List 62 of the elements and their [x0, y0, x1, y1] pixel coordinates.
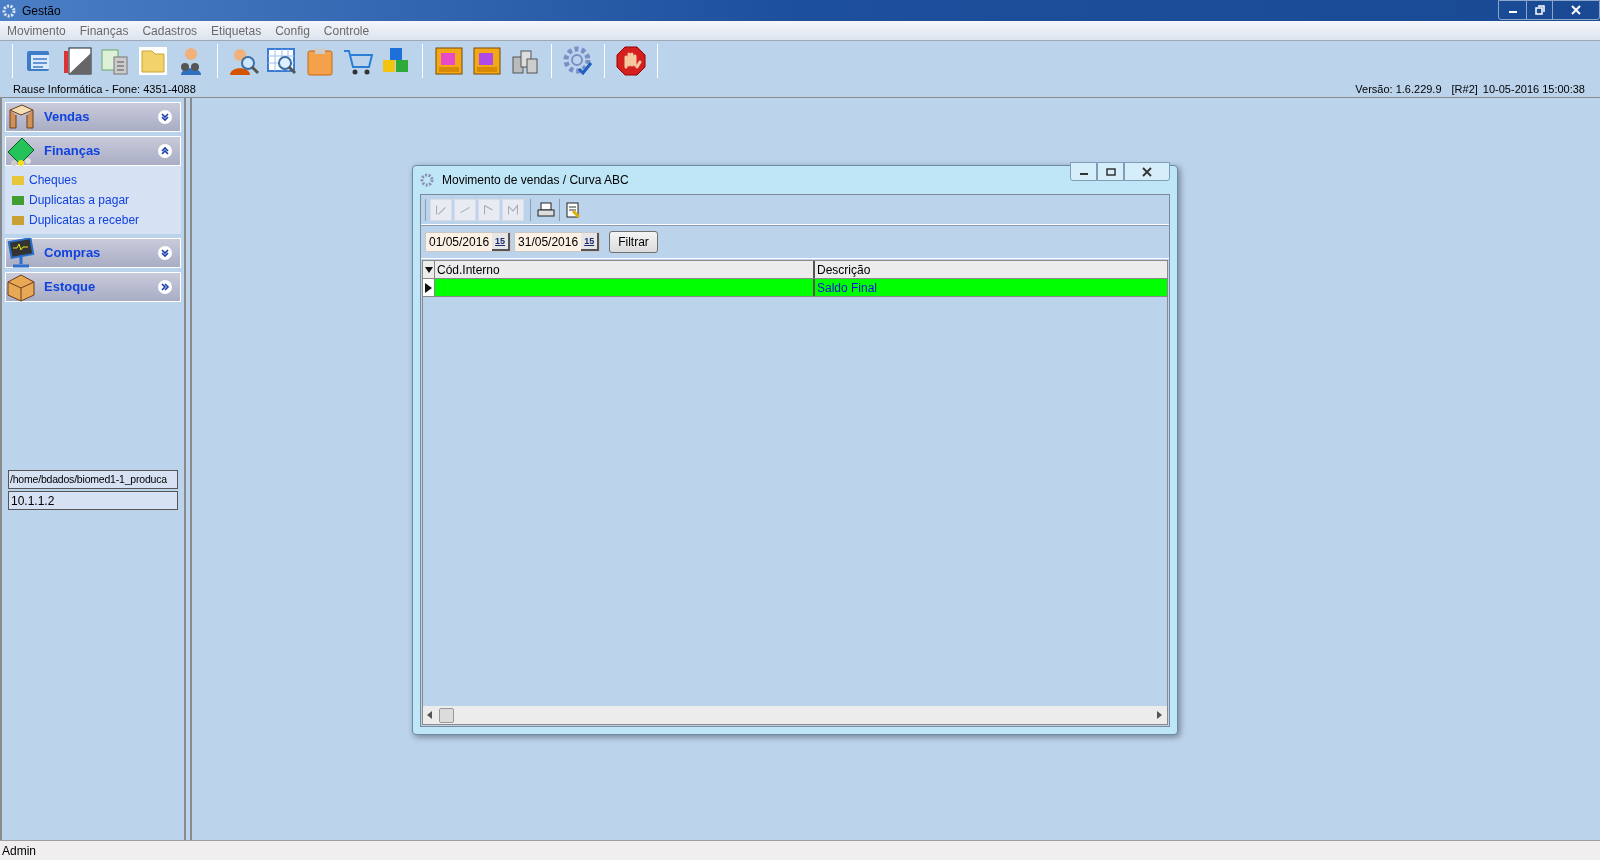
maximize-button[interactable]: [1097, 162, 1124, 181]
table-row[interactable]: Saldo Final: [423, 279, 1167, 297]
document-export-icon[interactable]: [564, 200, 582, 219]
menu-item[interactable]: Cadastros: [142, 21, 198, 40]
double-chevron-down-icon[interactable]: [158, 110, 172, 124]
close-icon: [1570, 5, 1582, 15]
horizontal-scrollbar[interactable]: [423, 706, 1167, 724]
settings-icon[interactable]: [562, 45, 594, 77]
menu-item[interactable]: Etiquetas: [211, 21, 262, 40]
date-field[interactable]: 31/05/2016 15: [514, 232, 601, 252]
stop-hand-icon[interactable]: [615, 45, 647, 77]
menu-item[interactable]: Controle: [323, 21, 370, 40]
menu-item[interactable]: Config: [275, 21, 310, 40]
menu-item[interactable]: Movimento: [7, 21, 66, 40]
sidebar-item[interactable]: Cheques: [5, 170, 181, 190]
version-label: Versão: 1.6.229.9: [1355, 81, 1442, 97]
monitor-icon: [6, 238, 36, 268]
gear-icon: [2, 3, 16, 18]
address-field[interactable]: 10.1.1.2: [8, 491, 178, 510]
sidebar-section-header[interactable]: Compras: [5, 238, 181, 268]
column-header[interactable]: Descrição: [815, 261, 1167, 278]
child-window-title: Movimento de vendas / Curva ABC: [442, 172, 630, 189]
window-title: Gestão: [22, 2, 62, 20]
row-pointer-icon: [425, 282, 432, 293]
calendar-button[interactable]: 15: [492, 233, 511, 251]
company-info: Rause Informática - Fone: 4351-4088: [13, 81, 197, 97]
gear-icon: [420, 173, 434, 187]
restore-icon: [1534, 5, 1545, 15]
money-note-icon: [11, 173, 25, 187]
maximize-icon: [1105, 167, 1116, 176]
timestamp-label: 10-05-2016 15:00:38: [1482, 81, 1585, 97]
path-field[interactable]: /home/bdados/biomed1-1_produca: [8, 470, 178, 489]
status-text: Admin: [2, 842, 36, 860]
calendar-button[interactable]: 15: [581, 233, 600, 251]
release-label: [R#2]: [1451, 81, 1478, 97]
scroll-thumb[interactable]: [439, 707, 454, 723]
date-field[interactable]: 01/05/2016 15: [425, 232, 512, 252]
clipboard-icon[interactable]: [304, 45, 336, 77]
table-cell-text: Saldo Final: [816, 279, 879, 296]
sidebar-section-header[interactable]: Vendas: [5, 102, 181, 132]
restore-button[interactable]: [1526, 1, 1553, 19]
sidebar-item[interactable]: Duplicatas a pagar: [5, 190, 181, 210]
filter-button[interactable]: Filtrar: [609, 231, 658, 253]
money-note-icon: [11, 193, 25, 207]
close-button[interactable]: [1124, 162, 1170, 181]
calendar-search-icon[interactable]: [266, 45, 298, 77]
money-note-icon: [11, 213, 25, 227]
sidebar-section-header[interactable]: Finanças: [5, 136, 181, 166]
double-chevron-down-icon[interactable]: [158, 246, 172, 260]
menu-item[interactable]: Finanças: [79, 21, 129, 40]
sidebar-section-header[interactable]: Estoque: [5, 272, 181, 302]
minimize-button[interactable]: [1070, 162, 1097, 181]
box-icon: [6, 272, 36, 302]
close-icon: [1141, 166, 1153, 177]
sidebar-item[interactable]: Duplicatas a receber: [5, 210, 181, 230]
double-chevron-up-icon[interactable]: [158, 144, 172, 158]
dropdown-triangle-icon[interactable]: [424, 265, 433, 274]
double-chevron-right-icon[interactable]: [158, 280, 172, 294]
printer-icon[interactable]: [537, 200, 555, 219]
file-drawer-icon[interactable]: [471, 45, 503, 77]
desk-icon: [6, 102, 36, 132]
money-coins-icon: [6, 136, 36, 166]
